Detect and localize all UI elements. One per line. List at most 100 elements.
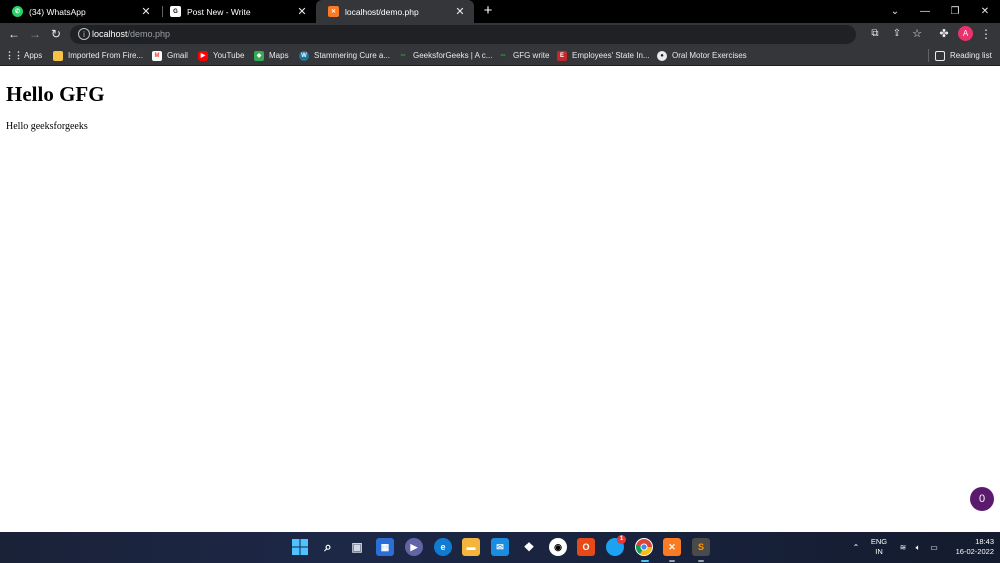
window-close-icon[interactable]: ✕ xyxy=(970,0,1000,23)
bookmark-oral-motor[interactable]: ● Oral Motor Exercises xyxy=(657,45,747,66)
reading-list-button[interactable]: Reading list xyxy=(935,45,992,66)
esic-icon: E xyxy=(557,50,567,61)
close-icon[interactable]: ✕ xyxy=(454,5,466,18)
new-tab-button[interactable]: + xyxy=(479,2,497,20)
tab-post-new[interactable]: G Post New - Write ✕ xyxy=(158,0,316,23)
bookmark-star-icon[interactable]: ☆ xyxy=(908,25,926,43)
close-icon[interactable]: ✕ xyxy=(296,5,308,18)
bookmark-esic[interactable]: E Employees' State In... xyxy=(557,45,650,66)
bookmark-label: Imported From Fire... xyxy=(68,51,144,60)
tab-search-icon[interactable]: ⌄ xyxy=(880,0,910,23)
xampp-taskbar-icon[interactable]: ✕ xyxy=(663,538,681,556)
bookmark-apps[interactable]: ⋮⋮ Apps xyxy=(5,45,43,66)
page-heading: Hello GFG xyxy=(6,82,105,106)
system-clock[interactable]: 18:43 16-02-2022 xyxy=(946,537,994,557)
edge-icon[interactable]: e xyxy=(434,538,452,556)
start-icon[interactable] xyxy=(291,538,309,556)
region-code: IN xyxy=(875,547,883,556)
running-app-indicator xyxy=(698,560,704,562)
language-code: ENG xyxy=(870,537,888,546)
youtube-icon: ▶ xyxy=(198,50,208,61)
bookmark-label: YouTube xyxy=(213,51,245,60)
gmail-icon: M xyxy=(152,50,162,61)
file-explorer-icon[interactable]: ▬ xyxy=(462,538,480,556)
address-url[interactable]: localhost/demo.php xyxy=(92,28,170,40)
clock-date: 16-02-2022 xyxy=(955,547,994,556)
bookmark-label: Apps xyxy=(24,51,43,60)
tab-localhost-demo[interactable]: ✕ localhost/demo.php ✕ xyxy=(316,0,474,23)
bookmark-label: GeeksforGeeks | A c... xyxy=(413,51,493,60)
search-icon[interactable]: ⌕ xyxy=(319,538,337,556)
clock-time: 18:43 xyxy=(975,537,994,546)
bookmark-label: Stammering Cure a... xyxy=(314,51,391,60)
page-content: Hello GFG Hello geeksforgeeks 0 xyxy=(0,67,1000,532)
tab-title: localhost/demo.php xyxy=(345,6,419,17)
gfg-icon: ∞ xyxy=(400,52,406,59)
bookmark-label: Gmail xyxy=(167,51,188,60)
social-app-icon[interactable]: 1 xyxy=(606,535,626,556)
dropbox-icon[interactable]: ❖ xyxy=(520,538,538,556)
folder-icon xyxy=(53,50,63,61)
running-app-indicator xyxy=(669,560,675,562)
url-host: localhost xyxy=(92,29,128,39)
bookmark-stammering[interactable]: W Stammering Cure a... xyxy=(299,45,390,66)
bookmark-youtube[interactable]: ▶ YouTube xyxy=(198,45,244,66)
restore-icon[interactable]: ❐ xyxy=(940,0,970,23)
back-icon[interactable]: ← xyxy=(5,25,23,43)
widgets-icon[interactable]: ▦ xyxy=(376,538,394,556)
bookmark-maps[interactable]: ◆ Maps xyxy=(254,45,289,66)
windows-taskbar: ⌕ ▣ ▦ ▶ e ▬ ✉ ❖ ◉ O 1 ✕ S ⌃ ENG IN ≋ 🔈︎ … xyxy=(0,532,1000,563)
sublime-text-icon[interactable]: S xyxy=(692,538,710,556)
maps-icon: ◆ xyxy=(254,50,264,61)
gfg-icon: ∞ xyxy=(500,52,506,59)
translate-icon[interactable]: ⧉ xyxy=(866,25,884,43)
reading-list-icon xyxy=(935,50,945,61)
bookmark-geeksforgeeks[interactable]: ∞ GeeksforGeeks | A c... xyxy=(398,45,493,66)
language-indicator[interactable]: ENG IN xyxy=(866,537,892,557)
bookmark-imported-folder[interactable]: Imported From Fire... xyxy=(53,45,143,66)
bookmark-label: Oral Motor Exercises xyxy=(672,51,747,60)
bookmark-gmail[interactable]: M Gmail xyxy=(152,45,188,66)
site-info-icon[interactable]: i xyxy=(78,28,90,40)
menu-kebab-icon[interactable]: ⋮ xyxy=(977,25,995,43)
bookmark-gfg-write[interactable]: ∞ GFG write xyxy=(498,45,550,66)
mail-icon[interactable]: ✉ xyxy=(491,538,509,556)
profile-avatar[interactable]: A xyxy=(958,26,973,41)
wifi-icon[interactable]: ≋ xyxy=(896,532,910,563)
bookmark-label: Maps xyxy=(269,51,289,60)
show-hidden-icons-chevron-icon[interactable]: ⌃ xyxy=(848,532,864,563)
address-bar[interactable]: i localhost/demo.php ⧉ ⇪ ☆ xyxy=(70,25,922,44)
tab-title: Post New - Write xyxy=(187,6,251,17)
github-icon[interactable]: ◉ xyxy=(549,538,567,556)
gfg-write-icon: G xyxy=(170,6,181,17)
minimize-icon[interactable]: — xyxy=(910,0,940,23)
tab-whatsapp[interactable]: ✆ (34) WhatsApp ✕ xyxy=(0,0,160,23)
extensions-icon[interactable]: ✤ xyxy=(935,25,953,43)
url-path: /demo.php xyxy=(127,29,171,39)
chrome-icon[interactable] xyxy=(635,538,653,556)
apps-grid-icon: ⋮⋮ xyxy=(5,50,23,60)
share-icon[interactable]: ⇪ xyxy=(888,25,906,43)
whatsapp-icon: ✆ xyxy=(12,6,23,17)
floating-counter-badge[interactable]: 0 xyxy=(970,487,994,511)
bookmarks-divider xyxy=(928,49,929,62)
forward-icon[interactable]: → xyxy=(26,25,44,43)
tab-strip: ✆ (34) WhatsApp ✕ G Post New - Write ✕ ✕… xyxy=(0,0,1000,23)
battery-icon[interactable]: ▭ xyxy=(926,532,942,563)
bookmark-label: GFG write xyxy=(513,51,550,60)
page-text: Hello geeksforgeeks xyxy=(6,121,88,132)
browser-toolbar: ← → ↻ i localhost/demo.php ⧉ ⇪ ☆ ✤ A ⋮ xyxy=(0,23,1000,45)
office-icon[interactable]: O xyxy=(577,538,595,556)
tab-title: (34) WhatsApp xyxy=(29,6,86,17)
volume-icon[interactable]: 🔈︎ xyxy=(911,532,925,563)
teams-chat-icon[interactable]: ▶ xyxy=(405,538,423,556)
close-icon[interactable]: ✕ xyxy=(140,5,152,18)
bookmark-label: Employees' State In... xyxy=(572,51,650,60)
reading-list-label: Reading list xyxy=(950,51,992,60)
bookmarks-bar: ⋮⋮ Apps Imported From Fire... M Gmail ▶ … xyxy=(0,45,1000,66)
xampp-icon: ✕ xyxy=(328,6,339,17)
globe-icon: ● xyxy=(657,50,667,61)
wordpress-icon: W xyxy=(299,50,309,61)
reload-icon[interactable]: ↻ xyxy=(47,25,65,43)
task-view-icon[interactable]: ▣ xyxy=(348,538,366,556)
